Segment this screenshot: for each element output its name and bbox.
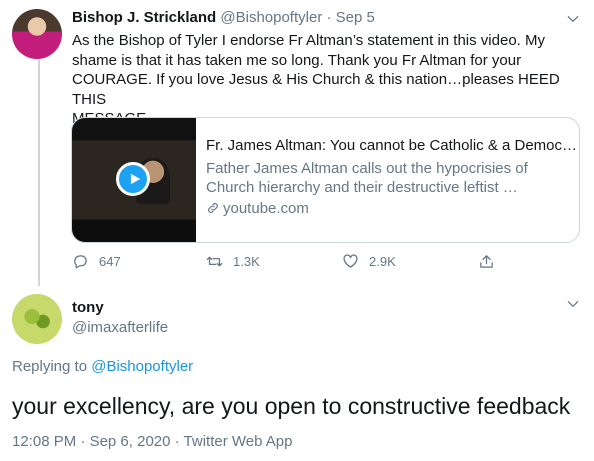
replying-prefix: Replying to — [12, 358, 88, 375]
tweet-text-line: shame is that it has taken me so long. T… — [72, 51, 522, 69]
tweet-text: your excellency, are you open to constru… — [12, 393, 571, 419]
user-handle[interactable]: @imaxafterlife — [72, 319, 168, 336]
share-icon — [480, 255, 493, 268]
video-thumbnail[interactable] — [72, 118, 196, 242]
like-button[interactable]: 2.9K — [342, 253, 396, 270]
card-body[interactable]: Fr. James Altman: You cannot be Catholic… — [196, 118, 579, 242]
tweet-text-line: As the Bishop of Tyler I endorse Fr Altm… — [72, 32, 545, 49]
replying-to: Replying to @Bishopoftyler — [12, 358, 193, 375]
meta-separator: · — [80, 433, 86, 450]
like-icon — [343, 254, 358, 268]
avatar[interactable] — [12, 9, 62, 59]
user-handle[interactable]: @Bishopoftyler — [220, 9, 322, 26]
share-button[interactable] — [478, 253, 505, 270]
card-description-line: Church hierarchy and their destructive l… — [206, 179, 518, 196]
link-preview-card[interactable]: Fr. James Altman: You cannot be Catholic… — [71, 117, 580, 243]
mention-link[interactable]: @Bishopoftyler — [91, 358, 193, 375]
card-domain: youtube.com — [206, 199, 579, 219]
tweet-time[interactable]: 12:08 PM — [12, 433, 76, 450]
display-name[interactable]: tony — [72, 299, 104, 316]
card-domain-text: youtube.com — [223, 199, 309, 217]
avatar[interactable] — [12, 294, 62, 344]
card-title: Fr. James Altman: You cannot be Catholic… — [206, 137, 578, 154]
retweet-count: 1.3K — [233, 254, 260, 269]
tweet-metadata: 12:08 PM · Sep 6, 2020 · Twitter Web App — [12, 433, 293, 450]
reply-count: 647 — [99, 254, 121, 269]
chevron-down-icon[interactable] — [566, 12, 580, 26]
tweet-actions: 647 1.3K 2.9K — [72, 253, 502, 275]
meta-separator: · — [174, 433, 180, 450]
tweet-date[interactable]: Sep 5 — [336, 9, 375, 26]
header-separator: · — [326, 9, 332, 26]
tweet-text-line: COURAGE. If you love Jesus & His Church … — [72, 71, 560, 108]
card-description-line: Father James Altman calls out the hypocr… — [206, 159, 528, 177]
play-icon[interactable] — [116, 162, 150, 196]
display-name[interactable]: Bishop J. Strickland — [72, 9, 216, 26]
tweet-header: Bishop J. Strickland @Bishopoftyler · Se… — [72, 9, 375, 26]
tweet-date[interactable]: Sep 6, 2020 — [90, 433, 171, 450]
retweet-icon — [206, 256, 223, 267]
tweet-source[interactable]: Twitter Web App — [184, 433, 293, 450]
link-icon — [208, 203, 218, 214]
card-description: Father James Altman calls out the hypocr… — [206, 159, 579, 198]
like-count: 2.9K — [369, 254, 396, 269]
thread-connector-line — [38, 60, 40, 286]
reply-button[interactable]: 647 — [72, 253, 121, 270]
tweet-text: As the Bishop of Tyler I endorse Fr Altm… — [72, 31, 572, 129]
chevron-down-icon[interactable] — [566, 297, 580, 311]
retweet-button[interactable]: 1.3K — [206, 253, 260, 270]
reply-icon — [74, 255, 87, 269]
